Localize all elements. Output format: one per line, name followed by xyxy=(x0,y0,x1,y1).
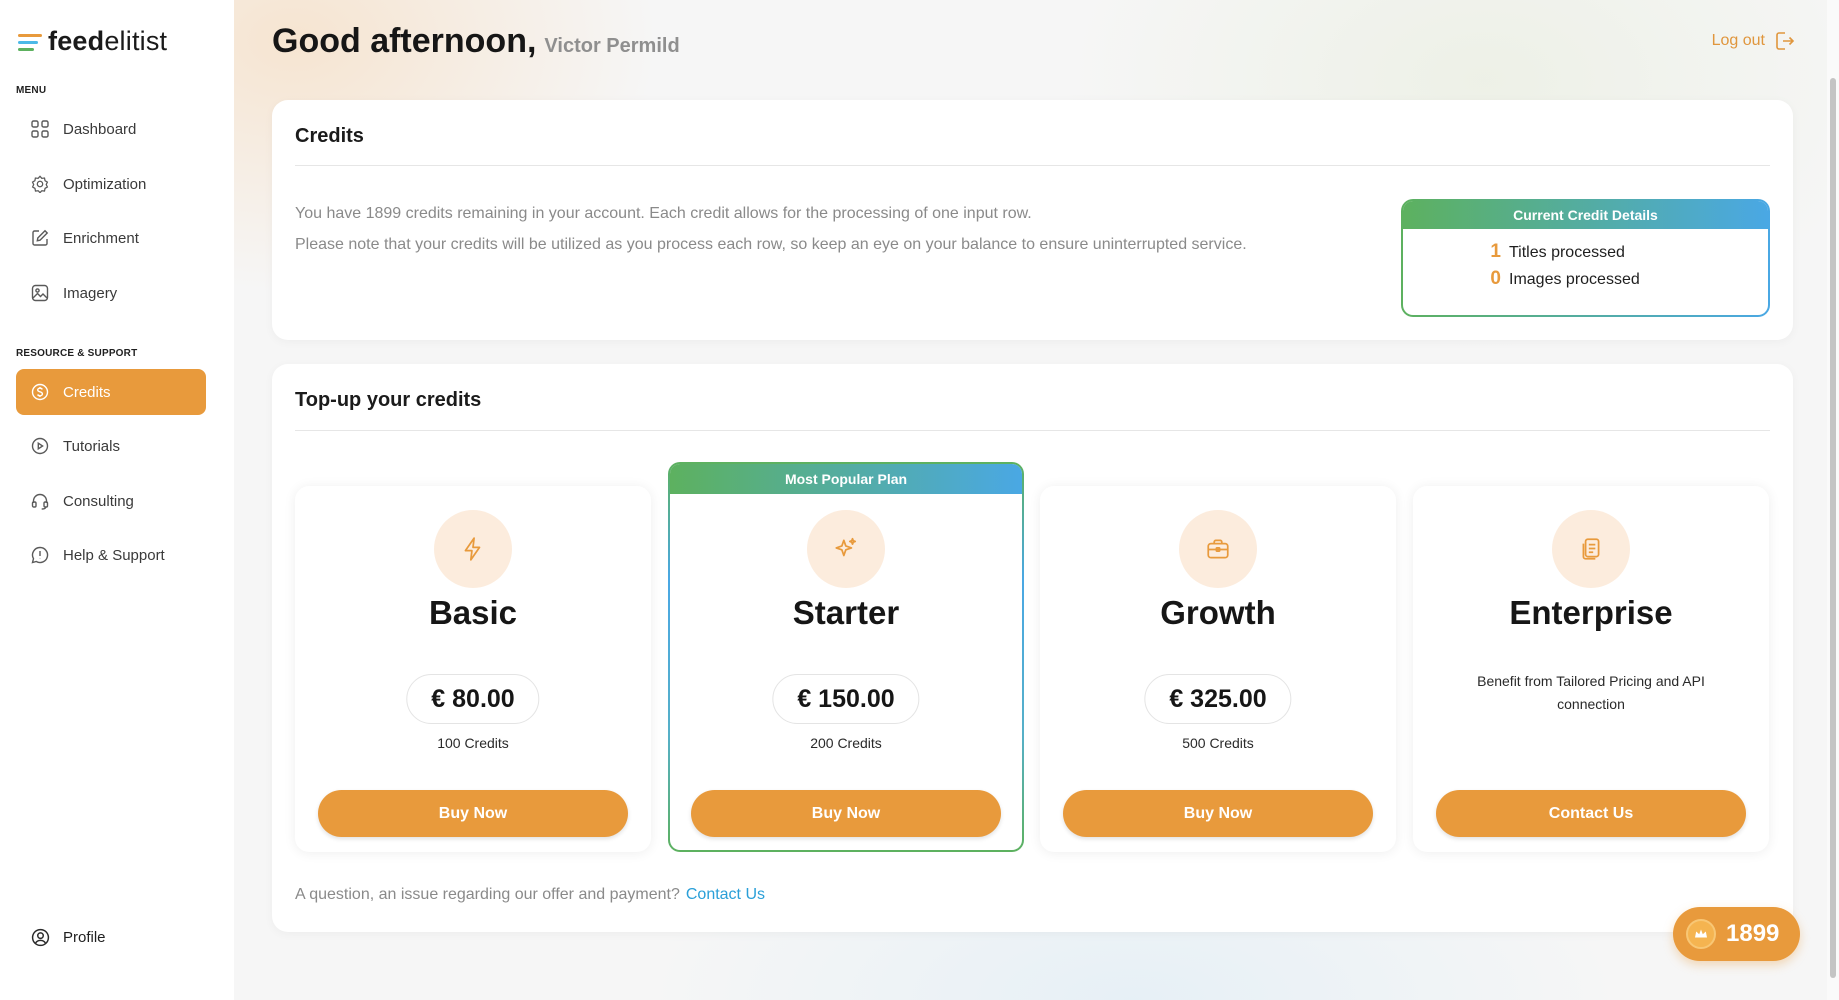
sidebar: feedelitist MENU Dashboard Optimization xyxy=(0,0,234,1000)
plan-credits: 200 Credits xyxy=(810,735,882,751)
topup-title: Top-up your credits xyxy=(295,389,482,411)
plan-name: Basic xyxy=(428,594,518,631)
plan-price: € 80.00 xyxy=(406,674,540,724)
greeting: Good afternoon, Victor Permild xyxy=(272,22,680,61)
brand-name: feedelitist xyxy=(48,26,168,56)
credits-line-1: You have 1899 credits remaining in your … xyxy=(295,205,1032,222)
credits-card: Credits You have 1899 credits remaining … xyxy=(272,100,1793,340)
menu-section-label: MENU xyxy=(16,85,47,96)
current-credit-details: Current Credit Details 1 Titles processe… xyxy=(1401,199,1770,317)
sidebar-item-imagery[interactable]: Imagery xyxy=(16,270,206,316)
sidebar-item-dashboard[interactable]: Dashboard xyxy=(16,106,206,152)
logout-label: Log out xyxy=(1711,32,1765,49)
contact-us-button[interactable]: Contact Us xyxy=(1436,790,1746,837)
brand-logo[interactable]: feedelitist xyxy=(18,26,167,57)
plan-name: Enterprise xyxy=(1509,594,1673,631)
buy-now-button[interactable]: Buy Now xyxy=(691,790,1001,837)
divider xyxy=(295,430,1770,431)
sidebar-item-credits[interactable]: Credits xyxy=(16,369,206,415)
sidebar-item-profile[interactable]: Profile xyxy=(16,914,206,960)
sidebar-item-label: Tutorials xyxy=(63,437,120,455)
edit-icon xyxy=(30,228,50,248)
sidebar-item-label: Enrichment xyxy=(63,229,139,247)
sparkle-icon xyxy=(807,510,885,588)
titles-processed-count: 1 xyxy=(1490,241,1501,262)
sidebar-item-help-support[interactable]: Help & Support xyxy=(16,532,206,578)
sidebar-item-label: Help & Support xyxy=(63,546,165,564)
credits-description: You have 1899 credits remaining in your … xyxy=(295,198,1247,260)
sidebar-item-label: Consulting xyxy=(63,492,134,510)
gear-icon xyxy=(30,174,50,194)
divider xyxy=(295,165,1770,166)
sidebar-item-label: Profile xyxy=(63,928,106,946)
question-text: A question, an issue regarding our offer… xyxy=(295,886,680,903)
sidebar-item-label: Dashboard xyxy=(63,120,137,138)
images-processed-count: 0 xyxy=(1490,268,1501,289)
plan-card-enterprise: Enterprise Benefit from Tailored Pricing… xyxy=(1413,486,1769,852)
headset-icon xyxy=(30,491,50,511)
buy-now-button[interactable]: Buy Now xyxy=(1063,790,1373,837)
plan-description: Benefit from Tailored Pricing and API co… xyxy=(1477,673,1705,712)
sidebar-item-optimization[interactable]: Optimization xyxy=(16,161,206,207)
titles-processed-row: 1 Titles processed xyxy=(1483,241,1625,263)
images-processed-label: Images processed xyxy=(1509,271,1640,288)
plan-name: Starter xyxy=(792,594,900,631)
popular-badge: Most Popular Plan xyxy=(670,464,1022,494)
resource-section-label: RESOURCE & SUPPORT xyxy=(16,348,138,359)
sidebar-item-label: Credits xyxy=(63,383,111,401)
briefcase-icon xyxy=(1179,510,1257,588)
help-icon xyxy=(30,545,50,565)
logout-button[interactable]: Log out xyxy=(1712,30,1795,52)
images-processed-row: 0 Images processed xyxy=(1483,268,1640,290)
coin-icon xyxy=(1686,919,1716,949)
plan-card-growth: Growth € 325.00 500 Credits Buy Now xyxy=(1040,486,1396,852)
buy-now-button[interactable]: Buy Now xyxy=(318,790,628,837)
sidebar-item-label: Optimization xyxy=(63,175,147,193)
user-name: Victor Permild xyxy=(544,35,680,57)
plan-name: Growth xyxy=(1160,594,1276,631)
logout-icon xyxy=(1776,32,1795,50)
user-circle-icon xyxy=(30,927,50,947)
plan-price: € 150.00 xyxy=(772,674,920,724)
titles-processed-label: Titles processed xyxy=(1509,244,1625,261)
logo-mark-icon xyxy=(18,32,44,52)
plan-credits: 100 Credits xyxy=(437,735,509,751)
dollar-icon xyxy=(30,382,50,402)
plan-card-basic: Basic € 80.00 100 Credits Buy Now xyxy=(295,486,651,852)
lightning-icon xyxy=(434,510,512,588)
credits-line-2: Please note that your credits will be ut… xyxy=(295,236,1247,253)
document-icon xyxy=(1552,510,1630,588)
credit-balance-badge[interactable]: 1899 xyxy=(1673,907,1800,961)
plan-card-starter: Most Popular Plan Starter € 150.00 200 C… xyxy=(668,462,1024,852)
credits-title: Credits xyxy=(295,125,364,147)
plan-price: € 325.00 xyxy=(1144,674,1292,724)
credit-details-title: Current Credit Details xyxy=(1403,201,1768,229)
contact-us-link[interactable]: Contact Us xyxy=(686,886,765,903)
sidebar-item-consulting[interactable]: Consulting xyxy=(16,478,206,524)
sidebar-item-enrichment[interactable]: Enrichment xyxy=(16,215,206,261)
payment-question: A question, an issue regarding our offer… xyxy=(295,886,765,904)
sidebar-item-tutorials[interactable]: Tutorials xyxy=(16,423,206,469)
grid-icon xyxy=(30,119,50,139)
topup-card: Top-up your credits Basic € 80.00 100 Cr… xyxy=(272,364,1793,932)
plan-credits: 500 Credits xyxy=(1182,735,1254,751)
scrollbar[interactable] xyxy=(1827,0,1839,1000)
image-icon xyxy=(30,283,50,303)
scrollbar-thumb[interactable] xyxy=(1830,78,1836,978)
play-icon xyxy=(30,436,50,456)
sidebar-item-label: Imagery xyxy=(63,284,118,302)
credit-balance-value: 1899 xyxy=(1726,920,1780,947)
page-title: Good afternoon, xyxy=(272,22,537,60)
